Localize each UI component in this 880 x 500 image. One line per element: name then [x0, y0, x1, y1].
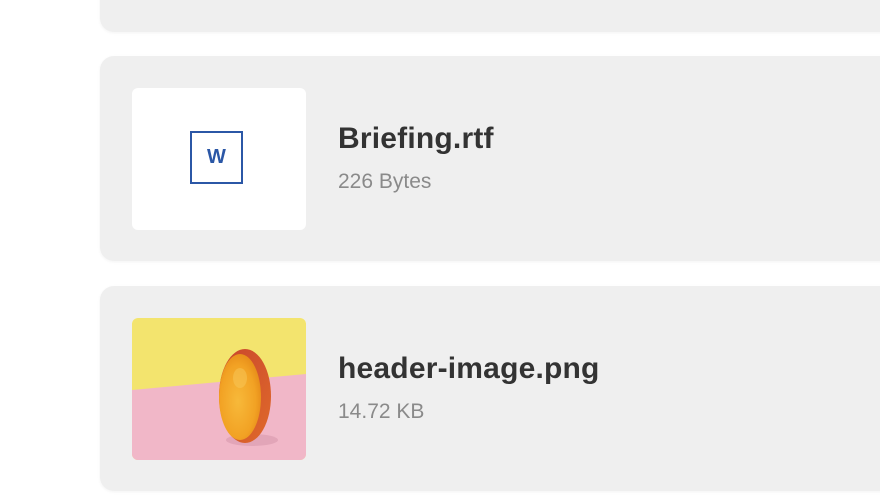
file-list: W Briefing.rtf 226 Bytes header-image.pn… — [0, 0, 880, 500]
word-document-icon: W — [190, 131, 243, 184]
file-size: 14.72 KB — [338, 400, 425, 423]
file-card-partial[interactable] — [100, 0, 880, 32]
mango-image — [132, 318, 306, 460]
file-name: Briefing.rtf — [338, 122, 494, 155]
file-size: 226 Bytes — [338, 170, 432, 193]
file-thumbnail: W — [132, 88, 306, 230]
file-name: header-image.png — [338, 352, 600, 385]
file-card[interactable]: W Briefing.rtf 226 Bytes — [100, 56, 880, 261]
file-card[interactable]: header-image.png 14.72 KB — [100, 286, 880, 491]
mango-photo-thumbnail — [132, 318, 306, 460]
word-icon-letter: W — [207, 146, 226, 168]
